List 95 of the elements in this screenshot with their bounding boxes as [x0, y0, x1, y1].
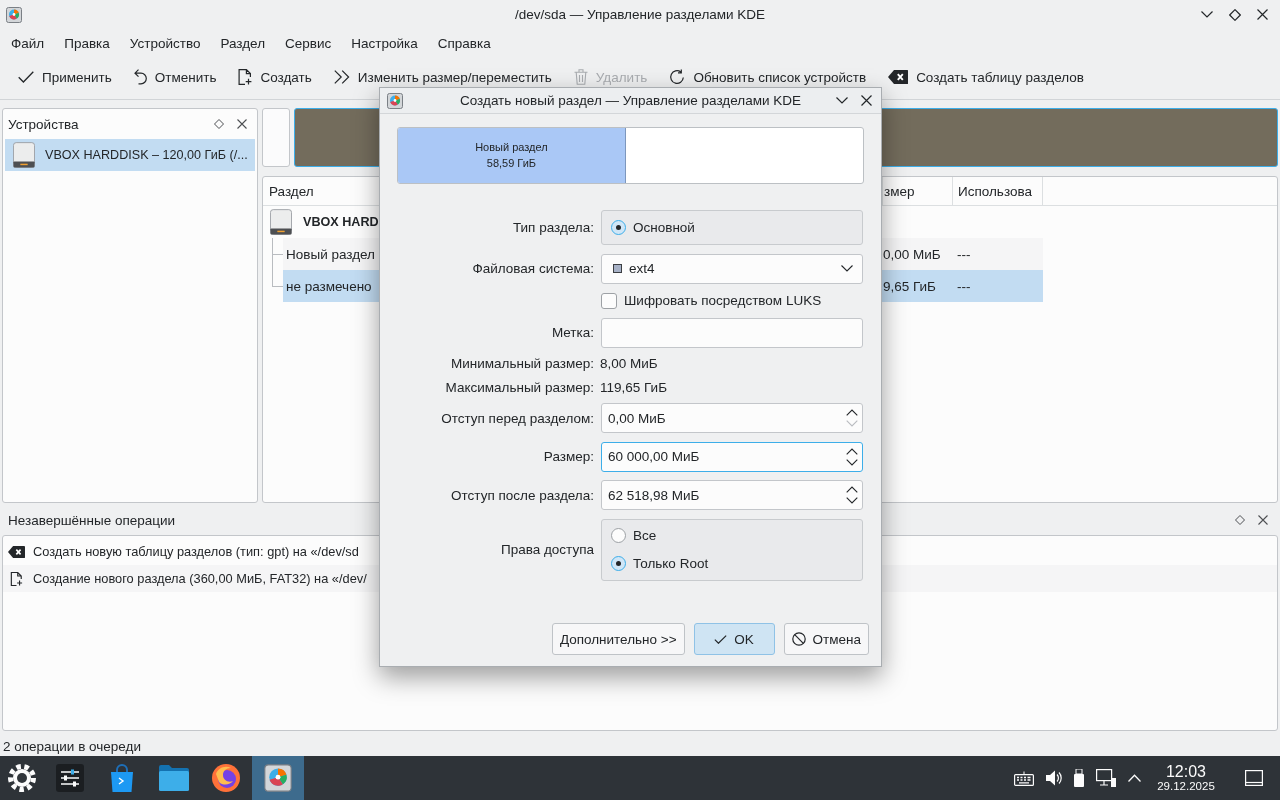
dialog-button[interactable]: OK — [693, 623, 775, 655]
folder-icon — [159, 765, 189, 791]
menu-item[interactable]: Правка — [54, 31, 120, 55]
table-cell-text: Новый раздел — [285, 246, 376, 262]
usb-drive-icon[interactable] — [1074, 769, 1084, 787]
status-text: 2 операции в очереди — [3, 739, 141, 754]
menu-item[interactable]: Файл — [1, 31, 55, 55]
close-icon[interactable] — [861, 95, 872, 106]
disk-pie-icon — [387, 92, 403, 109]
hard-drive-icon — [270, 209, 292, 235]
dialog-button[interactable]: Дополнительно >> — [551, 623, 685, 655]
dialog-button[interactable]: Отмена — [783, 623, 869, 655]
checkbox[interactable] — [601, 292, 617, 309]
menu-item[interactable]: Настройка — [341, 31, 428, 55]
device-name: VBOX HARD — [303, 215, 379, 229]
radio-label[interactable]: Только Root — [633, 556, 709, 571]
device-item[interactable]: VBOX HARDDISK – 120,00 ГиБ (/... — [5, 139, 255, 171]
toolbar-button[interactable]: Создать таблицу разделов — [880, 65, 1092, 89]
clock-time[interactable]: 12:03 — [1165, 763, 1206, 781]
keyboard-icon[interactable] — [1014, 770, 1034, 786]
globe-icon — [212, 764, 240, 792]
panel-title: Устройства — [8, 116, 79, 132]
table-cell-text: не размечено — [285, 278, 373, 294]
table-cell-text: 9,65 ГиБ — [882, 278, 937, 294]
monitor-icon[interactable] — [1096, 769, 1116, 787]
chevron-down-icon — [841, 265, 853, 272]
minimize-icon[interactable] — [836, 97, 848, 104]
disk-pie-icon — [6, 6, 22, 23]
spin-field[interactable]: 0,00 МиБ — [601, 403, 863, 433]
double-chevron-icon — [333, 70, 350, 84]
field-value: 8,00 МиБ — [600, 356, 659, 371]
spin-field[interactable]: 60 000,00 МиБ — [601, 441, 863, 472]
toolbar-button[interactable]: Применить — [10, 65, 120, 89]
new-document-icon — [8, 571, 25, 586]
operation-text: Создать новую таблицу разделов (тип: gpt) на «/dev/sd — [33, 544, 359, 559]
toolbar-button[interactable]: Создать — [230, 65, 320, 89]
close-icon[interactable] — [1257, 9, 1268, 20]
undo-icon — [133, 69, 147, 85]
table-cell-text: --- — [956, 246, 972, 262]
window-title: /dev/sda — Управление разделами KDE — [514, 7, 766, 22]
refresh-icon — [669, 69, 686, 85]
radio-button[interactable] — [611, 556, 626, 571]
speaker-icon[interactable] — [1046, 770, 1062, 786]
backspace-icon — [888, 70, 909, 84]
check-icon — [18, 71, 34, 83]
disk-pie-icon — [264, 764, 292, 792]
spin-field[interactable]: 62 518,98 МиБ — [601, 480, 863, 510]
radio-label[interactable]: Основной — [633, 220, 695, 235]
field-label: Права доступа — [500, 542, 594, 557]
field-label: Отступ после раздела: — [451, 487, 594, 503]
toolbar-button[interactable]: Отменить — [125, 65, 225, 89]
toolbar-button[interactable]: Изменить размер/переместить — [325, 65, 560, 89]
new-document-icon — [238, 69, 253, 85]
field-label: Тип раздела: — [512, 220, 594, 235]
menu-item[interactable]: Раздел — [210, 31, 276, 55]
swatch-icon — [613, 264, 622, 273]
new-partition-block[interactable]: Новый раздел 58,59 ГиБ — [398, 128, 626, 183]
menu-item[interactable]: Справка — [427, 31, 501, 55]
close-icon[interactable] — [1258, 515, 1268, 525]
close-icon[interactable] — [237, 119, 247, 129]
clock-date[interactable]: 29.12.2025 — [1157, 780, 1215, 793]
sliders-icon — [56, 764, 84, 792]
toolbar-button[interactable]: Обновить список устройств — [661, 65, 875, 89]
minimize-icon[interactable] — [1201, 11, 1213, 18]
field-value: 119,65 ГиБ — [600, 379, 668, 395]
radio-label[interactable]: Все — [633, 528, 657, 543]
chevron-up-icon[interactable] — [1128, 774, 1141, 782]
backspace-icon — [8, 545, 25, 558]
screen-icon[interactable] — [1245, 770, 1263, 786]
field-label: Файловая система: — [472, 261, 594, 276]
panel-title: Незавершённые операции — [8, 512, 176, 528]
field-label: Размер: — [543, 449, 594, 464]
bag-icon — [109, 764, 135, 792]
menu-item[interactable]: Сервис — [275, 31, 342, 55]
radio-button[interactable] — [611, 528, 626, 543]
checkbox-label[interactable]: Шифровать посредством LUKS — [624, 293, 822, 308]
column-header[interactable]: Использова — [952, 177, 1043, 205]
operation-text: Создание нового раздела (360,00 МиБ, FAT32) на «/dev/ — [33, 571, 367, 586]
cancel-icon — [791, 632, 806, 646]
input-field[interactable] — [601, 317, 863, 348]
radio-button[interactable] — [611, 220, 626, 235]
field-label: Максимальный размер: — [445, 379, 594, 395]
hard-drive-icon — [13, 142, 35, 168]
trash-icon — [573, 69, 588, 85]
field-label: Метка: — [551, 325, 594, 340]
check-icon — [714, 634, 728, 644]
dialog-title: Создать новый раздел — Управление разделами KDE — [460, 93, 801, 108]
filesystem-dropdown[interactable]: ext4 — [601, 253, 863, 284]
field-label: Отступ перед разделом: — [441, 410, 594, 426]
table-cell-text: 0,00 МиБ — [882, 246, 942, 262]
table-cell-text: --- — [956, 278, 972, 294]
menu-item[interactable]: Устройство — [119, 31, 211, 55]
field-label: Минимальный размер: — [450, 356, 594, 371]
maximize-icon[interactable] — [1229, 8, 1241, 21]
gear-icon — [8, 764, 36, 792]
